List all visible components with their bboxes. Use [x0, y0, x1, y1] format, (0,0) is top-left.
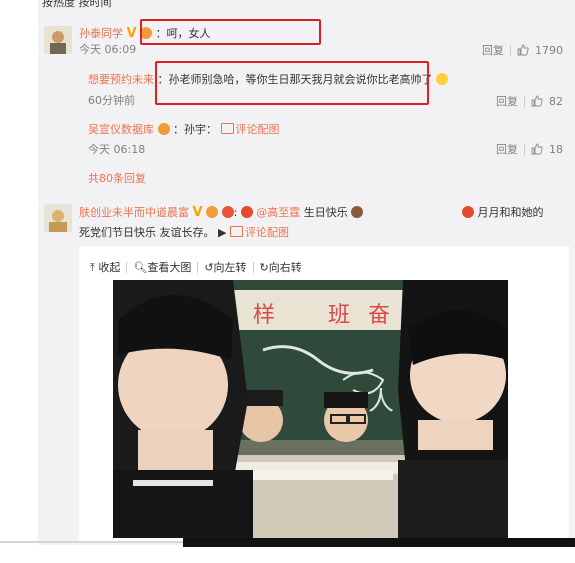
reply-username[interactable]: 想要预约未来	[88, 73, 154, 86]
highlight-box	[140, 19, 321, 45]
divider	[524, 143, 525, 155]
avatar-image	[44, 204, 72, 232]
reply-actions: 回复 18	[496, 141, 563, 157]
thumbs-up-icon[interactable]	[531, 143, 543, 155]
weibo-badge-icon	[462, 206, 474, 218]
verified-v-icon: V	[126, 26, 137, 41]
rotate-left-button[interactable]: ↺向左转	[204, 259, 246, 275]
divider	[126, 261, 128, 273]
comment-text: 生日快乐	[303, 206, 348, 219]
divider	[0, 541, 183, 543]
bottom-bar	[183, 538, 575, 547]
more-replies-link[interactable]: 共80条回复	[88, 170, 146, 186]
reply-time: 今天 06:18	[88, 143, 146, 156]
thumbs-up-icon[interactable]	[517, 44, 529, 56]
fan-badge-icon	[206, 206, 219, 218]
board-char: 样	[253, 303, 275, 328]
view-large-button[interactable]: 🔍︎查看大图	[133, 259, 191, 275]
collapse-button[interactable]: ⤒ 收起	[90, 259, 120, 275]
divider	[197, 261, 199, 273]
pointing-emoji-icon: ▶	[218, 226, 227, 239]
like-count: 82	[549, 94, 563, 108]
reply-button[interactable]: 回复	[496, 93, 518, 109]
comment-text: 死党们节日快乐 友谊长存。	[79, 226, 215, 239]
like-count: 1790	[535, 43, 563, 57]
comment-username[interactable]: 肤创业未半而中道晨富	[79, 206, 189, 219]
comment-line-2: 死党们节日快乐 友谊长存。 ▶ 评论配图	[79, 224, 289, 240]
rotate-right-button[interactable]: ↻向右转	[260, 259, 302, 275]
smile-emoji-icon	[436, 73, 448, 85]
reply-button[interactable]: 回复	[482, 42, 504, 58]
sort-tabs-fragment[interactable]: 按热度 按时间	[42, 0, 112, 10]
verified-v-icon: V	[192, 205, 203, 220]
reply-line: 吴宣仪数据库 ：孙宇： 评论配图	[88, 121, 280, 137]
cake-emoji-icon	[351, 206, 364, 218]
weibo-badge-icon	[240, 206, 253, 218]
comment-actions: 回复 1790	[482, 42, 563, 58]
reply-username[interactable]: 吴宣仪数据库	[88, 123, 154, 136]
divider	[524, 95, 525, 107]
avatar[interactable]	[44, 26, 72, 54]
reply-text: ：孙宇：	[173, 123, 217, 136]
rotate-right-icon: ↻	[259, 261, 269, 274]
image-icon	[229, 226, 243, 237]
like-count: 18	[549, 142, 563, 156]
comment-image-link[interactable]: 评论配图	[220, 123, 280, 136]
image-toolbar: ⤒ 收起 🔍︎查看大图 ↺向左转 ↻向右转	[90, 259, 302, 275]
avatar[interactable]	[44, 204, 72, 232]
magnifier-icon: 🔍︎	[133, 261, 148, 274]
board-char: 班	[328, 303, 350, 328]
image-icon	[220, 123, 234, 134]
reply-button[interactable]: 回复	[496, 141, 518, 157]
comment-time: 今天 06:09	[79, 43, 137, 56]
rotate-left-icon: ↺	[204, 261, 214, 274]
thumbs-up-icon[interactable]	[531, 95, 543, 107]
comment-username[interactable]: 孙泰同学	[79, 27, 123, 40]
reply-actions: 回复 82	[496, 93, 563, 109]
member-badge-icon	[221, 206, 234, 218]
photo-illustration: 样 班 奋 人	[113, 280, 508, 538]
comment-photo[interactable]: 样 班 奋 人	[113, 280, 508, 538]
comment-tag: 月月和和她的	[462, 204, 544, 220]
mention-link[interactable]: @高至霆	[256, 206, 300, 219]
avatar-image	[44, 26, 72, 54]
board-char: 奋	[368, 303, 390, 328]
divider	[252, 261, 254, 273]
divider	[510, 44, 511, 56]
comment-image-link[interactable]: 评论配图	[229, 226, 289, 239]
reply-time: 60分钟前	[88, 94, 135, 107]
fan-badge-icon	[157, 123, 170, 135]
highlight-box	[155, 61, 429, 105]
board-char: 人	[368, 387, 394, 417]
